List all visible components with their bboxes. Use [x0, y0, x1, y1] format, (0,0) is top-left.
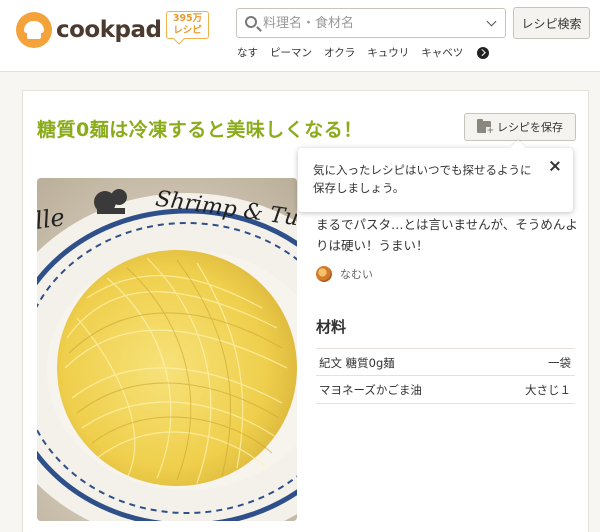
ingredient-name: 紀文 糖質0g麺 — [319, 356, 395, 370]
save-recipe-label: レシピを保存 — [497, 121, 563, 134]
ingredient-quantity: 一袋 — [548, 356, 571, 370]
avatar — [316, 266, 332, 282]
badge-count: 395万 — [172, 13, 203, 24]
recipe-photo: lle Shrimp & Tu — [37, 178, 297, 521]
save-tooltip: 気に入ったレシピはいつでも探せるように保存しましょう。 — [298, 148, 573, 212]
recipe-count-badge: 395万 レシピ — [166, 11, 209, 39]
badge-label: レシピ — [173, 25, 202, 36]
chevron-down-icon[interactable] — [486, 16, 497, 27]
search-button[interactable]: レシピ検索 — [513, 7, 590, 39]
keyword-link[interactable]: ピーマン — [270, 45, 312, 60]
close-icon[interactable] — [549, 160, 561, 172]
folder-add-icon — [477, 119, 494, 136]
search-icon — [245, 16, 257, 28]
author-name: なむい — [340, 268, 373, 281]
chef-hat-icon — [16, 12, 52, 48]
search-box — [236, 8, 506, 38]
ingredients-heading: 材料 — [316, 318, 347, 336]
tooltip-text: 気に入ったレシピはいつでも探せるように保存しましょう。 — [313, 163, 532, 195]
ingredient-quantity: 大さじ１ — [525, 383, 571, 397]
keyword-link[interactable]: オクラ — [324, 45, 355, 60]
ingredient-name: マヨネーズかごま油 — [319, 383, 422, 397]
ingredient-row: マヨネーズかごま油 大さじ１ — [316, 376, 575, 404]
ingredients-table: 紀文 糖質0g麺 一袋 マヨネーズかごま油 大さじ１ — [316, 348, 575, 404]
keyword-link[interactable]: キュウリ — [367, 45, 409, 60]
keyword-link[interactable]: キャベツ — [421, 45, 463, 60]
plate-text-left: lle — [37, 203, 66, 235]
recipe-title: 糖質0麺は冷凍すると美味しくなる！ — [37, 119, 363, 141]
keyword-link[interactable]: なす — [237, 45, 258, 60]
recipe-description: まるでパスタ…とは言いませんが、そうめんよりは硬い！うまい！ — [316, 217, 578, 253]
chevron-right-icon[interactable] — [477, 46, 490, 59]
save-recipe-button[interactable]: レシピを保存 — [464, 113, 576, 141]
keyword-list: なす ピーマン オクラ キュウリ キャベツ — [237, 45, 490, 60]
logo-text: cookpad — [56, 17, 162, 43]
search-input[interactable] — [263, 13, 463, 33]
noodle-plate-image: lle Shrimp & Tu — [37, 178, 297, 521]
cookpad-logo[interactable]: cookpad — [16, 12, 162, 48]
ingredient-row: 紀文 糖質0g麺 一袋 — [316, 348, 575, 376]
site-header: cookpad 395万 レシピ レシピ検索 なす ピーマン オクラ キュウリ … — [0, 0, 600, 72]
author-link[interactable]: なむい — [316, 266, 373, 282]
